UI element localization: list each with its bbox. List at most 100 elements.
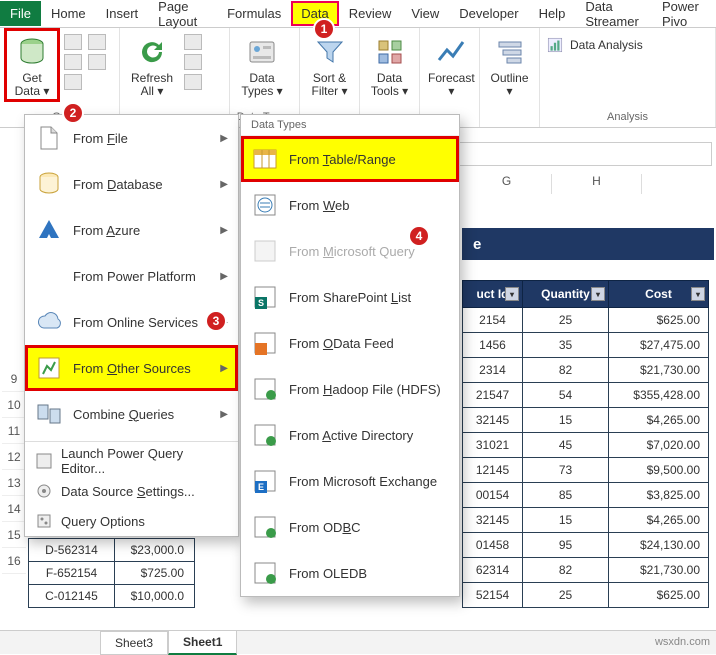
table-row[interactable]: 231482$21,730.00 [463, 358, 709, 383]
data-tools-button[interactable]: Data Tools ▾ [366, 30, 413, 100]
settings-icon [35, 482, 53, 500]
table-row[interactable]: 2154754$355,428.00 [463, 383, 709, 408]
menu-from-file[interactable]: From File ▶ [25, 115, 238, 161]
menu-from-web[interactable]: From Web [241, 182, 459, 228]
chevron-right-icon: ▶ [220, 179, 228, 190]
sheet-tab-sheet3[interactable]: Sheet3 [100, 631, 168, 655]
col-product-id[interactable]: uct Id▾ [463, 281, 523, 308]
properties-icon[interactable] [184, 54, 202, 70]
col-header-g[interactable]: G [462, 174, 552, 194]
menu-data-source-settings[interactable]: Data Source Settings... [25, 476, 238, 506]
menu-data-source-settings-label: Data Source Settings... [61, 484, 228, 499]
from-table-icon[interactable] [64, 74, 82, 90]
tab-help[interactable]: Help [529, 1, 576, 26]
get-data-button[interactable]: Get Data ▾ [6, 30, 58, 100]
sort-filter-button[interactable]: Sort & Filter ▾ [306, 30, 353, 100]
menu-from-database[interactable]: From Database ▶ [25, 161, 238, 207]
tab-developer[interactable]: Developer [449, 1, 528, 26]
col-quantity[interactable]: Quantity▾ [523, 281, 609, 308]
from-web-icon[interactable] [64, 54, 82, 70]
col-header-h[interactable]: H [552, 174, 642, 194]
data-analysis-button[interactable]: Data Analysis [546, 36, 643, 54]
row-header[interactable]: 12 [2, 444, 26, 470]
menu-from-power-platform-label: From Power Platform [73, 269, 210, 284]
table-row[interactable]: 215425$625.00 [463, 308, 709, 333]
existing-connections-icon[interactable] [88, 54, 106, 70]
left-data-table: D-562314$23,000.0 F-652154$725.00 C-0121… [28, 538, 195, 608]
queries-connections-icon[interactable] [184, 34, 202, 50]
column-headers: G H [462, 174, 642, 194]
menu-combine-queries-label: Combine Queries [73, 407, 210, 422]
row-header[interactable]: 10 [2, 392, 26, 418]
refresh-all-label: Refresh All ▾ [128, 72, 176, 98]
sheet-tab-sheet1[interactable]: Sheet1 [168, 630, 237, 655]
menu-from-active-directory[interactable]: From Active Directory [241, 412, 459, 458]
row-header[interactable]: 9 [2, 366, 26, 392]
forecast-button[interactable]: Forecast▾ [426, 30, 477, 100]
odata-icon [251, 329, 279, 357]
get-data-small-buttons [64, 30, 82, 90]
table-row[interactable]: 5215425$625.00 [463, 583, 709, 608]
table-row[interactable]: F-652154$725.00 [29, 562, 195, 585]
refresh-all-button[interactable]: Refresh All ▾ [126, 30, 178, 100]
recent-sources-icon[interactable] [88, 34, 106, 50]
data-types-button[interactable]: Data Types ▾ [236, 30, 288, 100]
menu-from-odbc[interactable]: From ODBC [241, 504, 459, 550]
table-row[interactable]: 6231482$21,730.00 [463, 558, 709, 583]
row-header[interactable]: 16 [2, 548, 26, 574]
ribbon: Get Data ▾ Ge Refresh All ▾ [0, 28, 716, 128]
tab-file[interactable]: File [0, 1, 41, 26]
watermark: wsxdn.com [655, 636, 710, 648]
edit-links-icon[interactable] [184, 74, 202, 90]
submenu-group-title: Data Types [241, 115, 459, 136]
menu-from-sharepoint[interactable]: S From SharePoint List [241, 274, 459, 320]
table-row[interactable]: C-012145$10,000.0 [29, 585, 195, 608]
menu-from-other-sources[interactable]: From Other Sources ▶ [25, 345, 238, 391]
table-row[interactable]: D-562314$23,000.0 [29, 539, 195, 562]
sort-filter-label: Sort & Filter ▾ [308, 72, 351, 98]
menu-combine-queries[interactable]: Combine Queries ▶ [25, 391, 238, 437]
tab-home[interactable]: Home [41, 1, 96, 26]
tab-formulas[interactable]: Formulas [217, 1, 291, 26]
row-header[interactable]: 15 [2, 522, 26, 548]
filter-dropdown-icon[interactable]: ▾ [691, 287, 705, 301]
row-header[interactable]: 13 [2, 470, 26, 496]
table-row[interactable]: 0145895$24,130.00 [463, 533, 709, 558]
menu-from-odata[interactable]: From OData Feed [241, 320, 459, 366]
tab-insert[interactable]: Insert [96, 1, 149, 26]
row-header[interactable]: 14 [2, 496, 26, 522]
database-icon [16, 36, 48, 68]
menu-from-odata-label: From OData Feed [289, 336, 449, 351]
filter-dropdown-icon[interactable]: ▾ [591, 287, 605, 301]
menu-from-oledb[interactable]: From OLEDB [241, 550, 459, 596]
from-text-csv-icon[interactable] [64, 34, 82, 50]
menu-from-table-range[interactable]: From Table/Range [241, 136, 459, 182]
menu-from-power-platform[interactable]: From Power Platform ▶ [25, 253, 238, 299]
table-row[interactable]: 3214515$4,265.00 [463, 508, 709, 533]
menu-launch-pq-editor[interactable]: Launch Power Query Editor... [25, 446, 238, 476]
group-caption-analysis: Analysis [546, 109, 709, 125]
sharepoint-icon: S [251, 283, 279, 311]
svg-text:S: S [258, 298, 264, 308]
menu-query-options[interactable]: Query Options [25, 506, 238, 536]
table-row[interactable]: 3214515$4,265.00 [463, 408, 709, 433]
callout-badge-4: 4 [408, 225, 430, 247]
callout-badge-1: 1 [313, 18, 335, 40]
menu-from-hadoop[interactable]: From Hadoop File (HDFS) [241, 366, 459, 412]
row-header[interactable]: 11 [2, 418, 26, 444]
col-cost[interactable]: Cost▾ [609, 281, 709, 308]
filter-dropdown-icon[interactable]: ▾ [505, 287, 519, 301]
table-row[interactable]: 3102145$7,020.00 [463, 433, 709, 458]
table-row[interactable]: 1214573$9,500.00 [463, 458, 709, 483]
other-sources-icon [35, 354, 63, 382]
table-row[interactable]: 145635$27,475.00 [463, 333, 709, 358]
menu-from-azure[interactable]: From Azure ▶ [25, 207, 238, 253]
table-row[interactable]: 0015485$3,825.00 [463, 483, 709, 508]
oledb-icon [251, 559, 279, 587]
menu-from-exchange[interactable]: E From Microsoft Exchange [241, 458, 459, 504]
menu-from-azure-label: From Azure [73, 223, 210, 238]
outline-button[interactable]: Outline▾ [486, 30, 533, 100]
tab-view[interactable]: View [401, 1, 449, 26]
tab-review[interactable]: Review [339, 1, 402, 26]
outline-icon [494, 36, 526, 68]
